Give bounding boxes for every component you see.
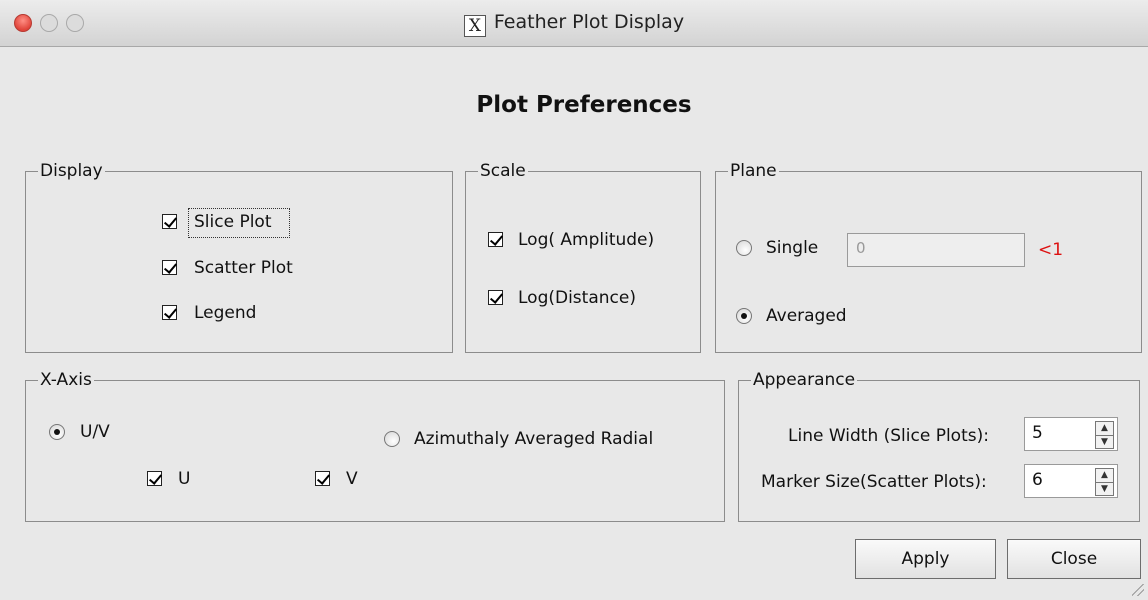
display-group-title: Display [38,161,105,181]
azimuthal-radial-radio[interactable] [384,431,400,447]
u-checkbox[interactable] [147,471,162,486]
u-label[interactable]: U [178,469,190,489]
log-amplitude-label[interactable]: Log( Amplitude) [518,230,654,250]
line-width-spinner[interactable]: 5 ▲ ▼ [1024,417,1118,451]
resize-grip-icon[interactable] [1132,584,1144,596]
log-distance-checkbox[interactable] [488,290,503,305]
scale-group-title: Scale [478,161,528,181]
uv-radio[interactable] [49,424,65,440]
window-title-area: X Feather Plot Display [0,11,1148,37]
log-amplitude-checkbox[interactable] [488,232,503,247]
line-width-decrement-icon[interactable]: ▼ [1096,436,1113,449]
legend-checkbox[interactable] [162,305,177,320]
marker-size-label: Marker Size(Scatter Plots): [761,472,987,492]
x11-logo-icon: X [463,15,486,37]
appearance-group: Appearance [738,370,1140,522]
x-axis-group: X-Axis [25,370,725,522]
scatter-plot-checkbox[interactable] [162,260,177,275]
plane-range-hint: <1 [1038,240,1064,260]
log-distance-label[interactable]: Log(Distance) [518,288,636,308]
slice-plot-checkbox[interactable] [162,214,177,229]
single-plane-label[interactable]: Single [766,238,818,258]
window-titlebar: X Feather Plot Display [0,0,1148,47]
legend-label[interactable]: Legend [194,303,256,323]
marker-size-spinner[interactable]: 6 ▲ ▼ [1024,464,1118,498]
line-width-label: Line Width (Slice Plots): [788,426,989,446]
appearance-group-title: Appearance [751,370,858,390]
marker-size-decrement-icon[interactable]: ▼ [1096,483,1113,496]
uv-label[interactable]: U/V [80,422,110,442]
line-width-value[interactable]: 5 [1032,423,1043,443]
azimuthal-radial-label[interactable]: Azimuthaly Averaged Radial [414,429,653,449]
close-button[interactable]: Close [1007,539,1141,579]
plane-group-title: Plane [728,161,779,181]
line-width-stepper[interactable]: ▲ ▼ [1095,421,1114,449]
marker-size-value[interactable]: 6 [1032,470,1043,490]
scale-group: Scale [465,161,701,353]
apply-button[interactable]: Apply [855,539,996,579]
slice-plot-label[interactable]: Slice Plot [194,212,272,232]
v-label[interactable]: V [346,469,358,489]
scatter-plot-label[interactable]: Scatter Plot [194,258,293,278]
marker-size-stepper[interactable]: ▲ ▼ [1095,468,1114,496]
averaged-plane-label[interactable]: Averaged [766,306,847,326]
single-plane-input[interactable]: 0 [847,233,1025,267]
x-axis-group-title: X-Axis [38,370,94,390]
window-title: Feather Plot Display [493,11,685,33]
marker-size-increment-icon[interactable]: ▲ [1096,469,1113,483]
line-width-increment-icon[interactable]: ▲ [1096,422,1113,436]
averaged-plane-radio[interactable] [736,308,752,324]
v-checkbox[interactable] [315,471,330,486]
single-plane-radio[interactable] [736,240,752,256]
page-title: Plot Preferences [476,92,692,118]
